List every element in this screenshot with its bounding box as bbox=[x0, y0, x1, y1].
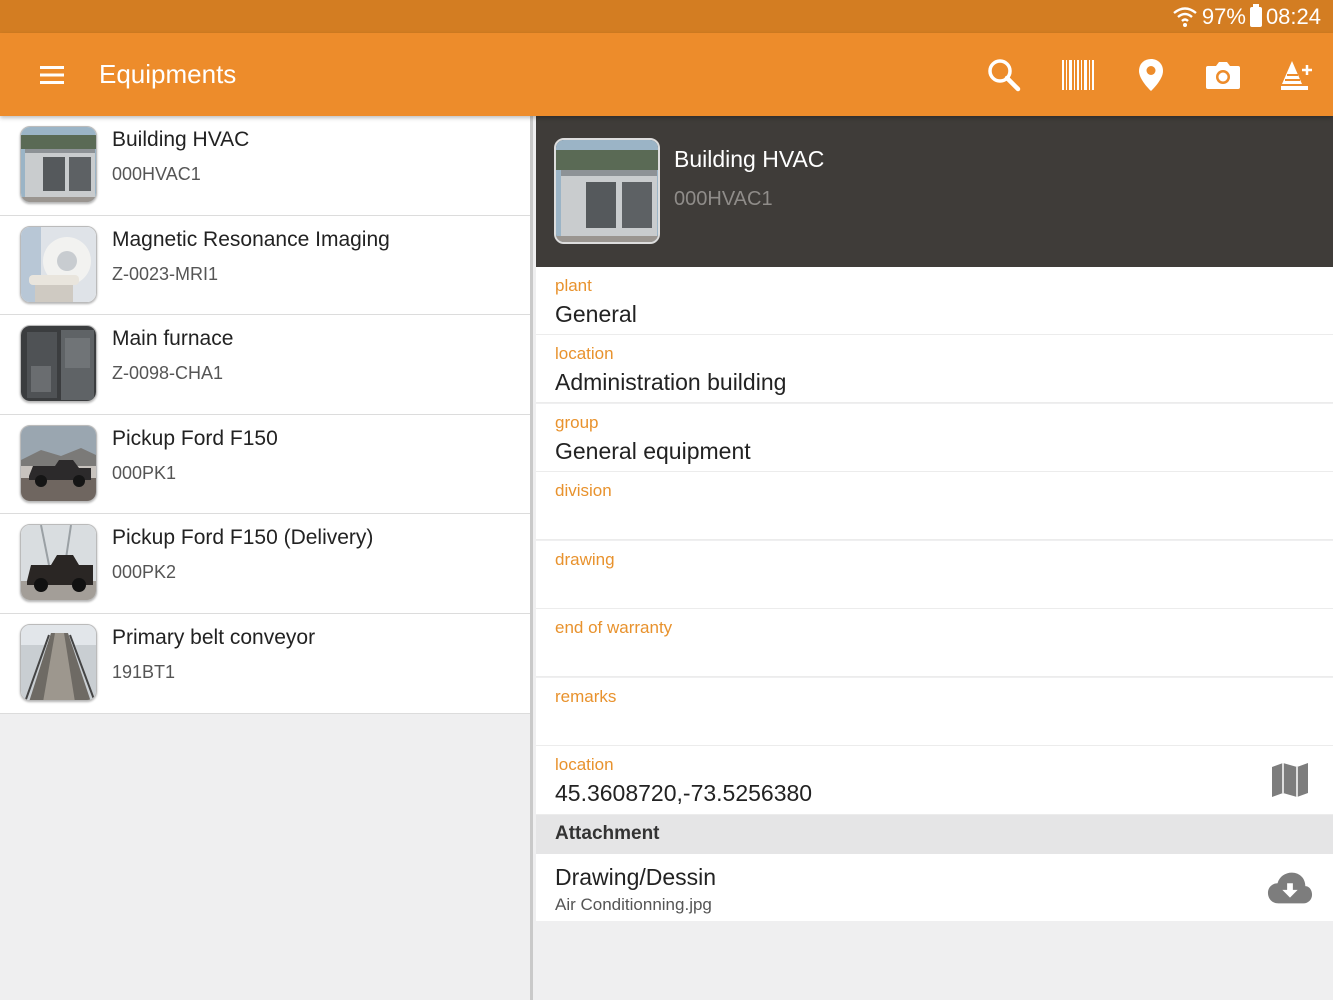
add-alert-button[interactable] bbox=[1273, 51, 1321, 99]
item-code: 000HVAC1 bbox=[112, 164, 201, 184]
location-pin-icon bbox=[1139, 59, 1163, 91]
attachment-item[interactable]: Drawing/Dessin Air Conditionning.jpg bbox=[536, 854, 1333, 921]
field-value: Administration building bbox=[555, 369, 787, 395]
item-name: Pickup Ford F150 bbox=[112, 426, 278, 450]
list-item[interactable]: Primary belt conveyor 191BT1 bbox=[0, 613, 530, 714]
item-name: Building HVAC bbox=[112, 128, 250, 151]
item-code: 000PK2 bbox=[112, 562, 177, 583]
status-bar: 97% 08:24 bbox=[0, 0, 1333, 33]
furnace-thumbnail bbox=[20, 325, 97, 403]
barcode-icon bbox=[1062, 60, 1094, 90]
field-value: 45.3608720,-73.5256380 bbox=[555, 780, 813, 806]
item-code: 000PK1 bbox=[112, 462, 177, 483]
search-icon bbox=[988, 59, 1021, 92]
item-name: Pickup Ford F150 (Delivery) bbox=[112, 526, 374, 550]
attachment-name: Drawing/Dessin bbox=[555, 864, 717, 890]
field-label: location bbox=[555, 344, 614, 363]
open-map-button[interactable] bbox=[1267, 757, 1313, 803]
field-location: location Administration building bbox=[536, 335, 1333, 403]
field-value: General bbox=[555, 301, 637, 327]
barcode-scan-button[interactable] bbox=[1054, 51, 1102, 99]
attachment-section-header: Attachment bbox=[536, 815, 1333, 854]
field-label: location bbox=[555, 755, 614, 774]
field-division: division bbox=[536, 472, 1333, 540]
cloud-download-icon bbox=[1267, 872, 1313, 904]
menu-button[interactable] bbox=[30, 53, 74, 97]
app-bar: Equipments bbox=[0, 33, 1333, 116]
hvac-thumbnail bbox=[20, 126, 97, 203]
field-label: drawing bbox=[555, 550, 615, 569]
field-group: group General equipment bbox=[536, 404, 1333, 472]
battery-percent: 97% bbox=[1201, 4, 1246, 29]
field-drawing: drawing bbox=[536, 541, 1333, 609]
detail-header: Building HVAC 000HVAC1 bbox=[536, 116, 1333, 267]
hamburger-menu-icon bbox=[40, 66, 64, 84]
camera-icon bbox=[1206, 62, 1240, 89]
detail-code: 000HVAC1 bbox=[674, 188, 773, 210]
list-item[interactable]: Pickup Ford F150 000PK1 bbox=[0, 414, 530, 515]
list-item[interactable]: Magnetic Resonance Imaging Z-0023-MRI1 bbox=[0, 215, 530, 316]
item-code: Z-0098-CHA1 bbox=[112, 363, 224, 384]
field-value: General equipment bbox=[555, 438, 751, 464]
list-item[interactable]: Main furnace Z-0098-CHA1 bbox=[0, 315, 530, 415]
camera-button[interactable] bbox=[1199, 51, 1247, 99]
pickup-delivery-thumbnail bbox=[20, 524, 97, 602]
list-item[interactable]: Pickup Ford F150 (Delivery) 000PK2 bbox=[0, 514, 530, 614]
field-label: group bbox=[555, 413, 599, 432]
list-item[interactable]: Building HVAC 000HVAC1 bbox=[0, 116, 530, 216]
status-indicators: 97% 08:24 bbox=[1172, 4, 1321, 30]
search-button[interactable] bbox=[980, 51, 1028, 99]
item-name: Magnetic Resonance Imaging bbox=[112, 227, 390, 251]
detail-pane: Building HVAC 000HVAC1 plant General loc… bbox=[536, 116, 1333, 1000]
field-end-of-warranty: end of warranty bbox=[536, 609, 1333, 677]
equipment-list: Building HVAC 000HVAC1 Magnetic Resonanc… bbox=[0, 116, 533, 1000]
add-alert-icon bbox=[1281, 61, 1312, 90]
item-name: Primary belt conveyor bbox=[112, 625, 316, 649]
attachment-filename: Air Conditionning.jpg bbox=[555, 895, 712, 914]
item-code: 191BT1 bbox=[112, 661, 176, 682]
location-button[interactable] bbox=[1127, 51, 1175, 99]
item-name: Main furnace bbox=[112, 327, 234, 351]
pickup-thumbnail bbox=[20, 424, 97, 502]
conveyor-thumbnail bbox=[20, 623, 97, 701]
field-label: remarks bbox=[555, 687, 617, 706]
wifi-icon bbox=[1173, 7, 1197, 27]
map-icon bbox=[1272, 763, 1308, 797]
item-code: Z-0023-MRI1 bbox=[112, 263, 219, 284]
page-title: Equipments bbox=[99, 59, 237, 89]
clock: 08:24 bbox=[1265, 4, 1321, 29]
mri-thumbnail bbox=[20, 225, 97, 303]
field-remarks: remarks bbox=[536, 678, 1333, 746]
field-label: plant bbox=[555, 276, 592, 295]
detail-image[interactable] bbox=[554, 138, 660, 244]
field-label: end of warranty bbox=[555, 618, 673, 637]
battery-icon bbox=[1249, 4, 1262, 27]
section-title: Attachment bbox=[555, 823, 660, 844]
detail-title: Building HVAC bbox=[674, 146, 825, 172]
field-plant: plant General bbox=[536, 267, 1333, 335]
field-label: division bbox=[555, 481, 612, 500]
download-button[interactable] bbox=[1267, 865, 1313, 911]
field-gps-location: location 45.3608720,-73.5256380 bbox=[536, 746, 1333, 815]
